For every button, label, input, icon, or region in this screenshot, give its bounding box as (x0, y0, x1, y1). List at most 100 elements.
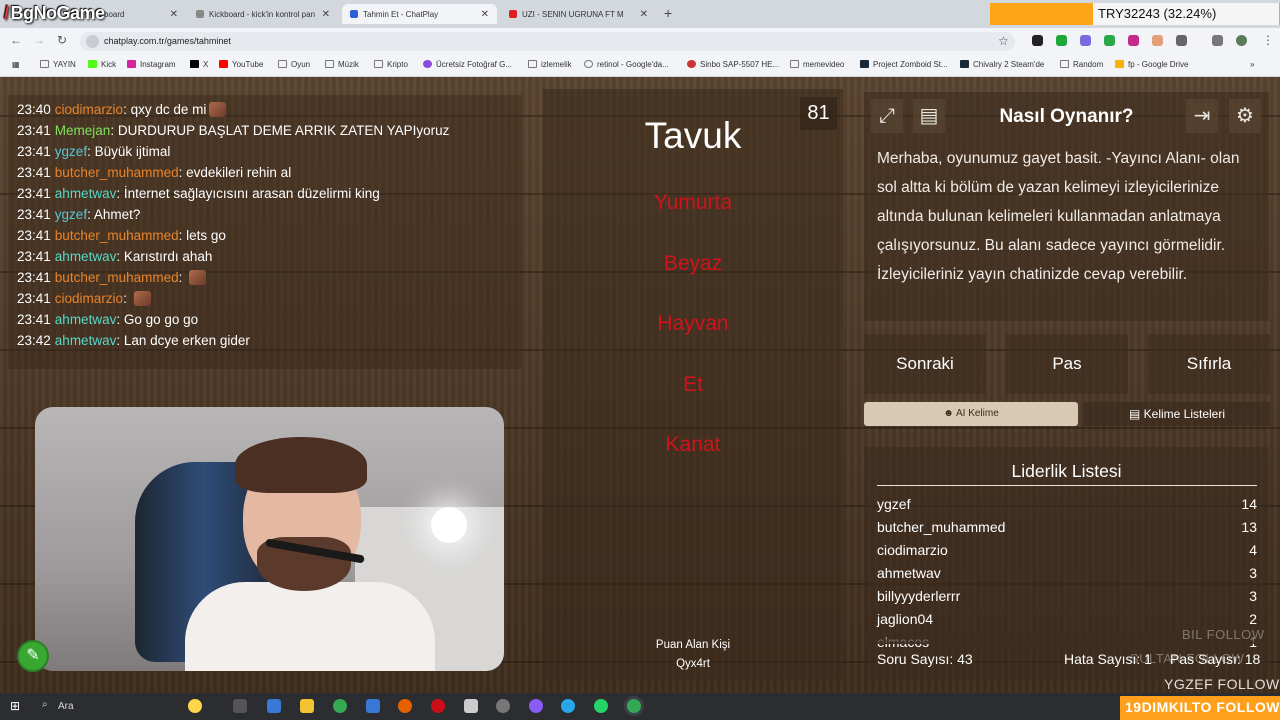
address-bar[interactable]: chatplay.com.tr/games/tahminet (80, 32, 1015, 51)
taskbar-search-label: Ara (58, 701, 74, 712)
ai-word-button[interactable]: ☻ AI Kelime (864, 402, 1078, 426)
extension-icon[interactable] (1128, 35, 1139, 46)
close-icon[interactable]: ✕ (481, 9, 489, 20)
chat-username[interactable]: ygzef (55, 207, 87, 222)
chrome-icon[interactable] (627, 699, 641, 713)
next-button[interactable]: Sonraki (864, 334, 986, 394)
how-to-play-title: Nasıl Oynanır? (999, 106, 1134, 127)
tab-tahmin-et[interactable]: Tahmin Et - ChatPlay ✕ (342, 4, 497, 24)
store-icon (687, 60, 696, 68)
extension-icon[interactable] (1104, 35, 1115, 46)
url-text: chatplay.com.tr/games/tahminet (104, 36, 231, 46)
chat-username[interactable]: butcher_muhammed (55, 228, 179, 243)
bookmark-label: Project Zomboid St... (873, 60, 948, 69)
chat-message: 23:41 ciodimarzio: (17, 291, 151, 306)
bookmark-star-icon[interactable]: ☆ (998, 34, 1009, 48)
bookmark-label: Ücretsiz Fotoğraf G... (436, 60, 513, 69)
bookmark-x[interactable]: X (190, 60, 208, 69)
telegram-icon[interactable] (561, 699, 575, 713)
task-view-icon[interactable] (233, 699, 247, 713)
chat-username[interactable]: ahmetwav (55, 186, 117, 201)
chat-username[interactable]: butcher_muhammed (55, 270, 179, 285)
chat-text: lets go (186, 228, 226, 243)
extensions-puzzle-icon[interactable] (1176, 35, 1187, 46)
extension-icon[interactable] (1080, 35, 1091, 46)
extension-icon[interactable] (1056, 35, 1067, 46)
bookmark-zomboid[interactable]: Project Zomboid St... (860, 60, 948, 69)
back-icon[interactable]: ← (10, 33, 22, 47)
pencil-icon[interactable]: ✎ (17, 640, 49, 672)
media-control-icon[interactable] (1212, 35, 1223, 46)
site-info-icon[interactable] (86, 35, 99, 48)
chrome-icon[interactable] (333, 699, 347, 713)
chat-username[interactable]: ahmetwav (55, 312, 117, 327)
tab-kickboard[interactable]: Kickboard - kick'in kontrol pan ✕ (188, 4, 338, 24)
tab-uzi[interactable]: UZI - SENIN UGRUNA FT M ✕ (501, 4, 656, 24)
leaderboard-divider (877, 485, 1257, 486)
chat-username[interactable]: ciodimarzio (55, 291, 123, 306)
bookmark-label: Kripto (387, 60, 408, 69)
bookmark-random[interactable]: Random (1060, 60, 1103, 69)
tab-label: board (104, 9, 125, 19)
chat-username[interactable]: Memejan (55, 123, 111, 138)
bookmark-izlemelik[interactable]: izlemelik (528, 60, 572, 69)
leaderboard-score: 14 (1241, 496, 1257, 512)
chat-message: 23:41 ahmetwav: İnternet sağlayıcısını ar… (17, 186, 380, 201)
chat-username[interactable]: butcher_muhammed (55, 165, 179, 180)
chat-username[interactable]: ciodimarzio (55, 102, 123, 117)
app-icon[interactable] (529, 699, 543, 713)
tab-label: Kickboard - kick'in kontrol pan (209, 9, 316, 19)
app-icon[interactable] (267, 699, 281, 713)
chat-text: Go go go go (123, 312, 199, 327)
bookmark-sinbo[interactable]: Sinbo SAP-5507 HE... (687, 60, 779, 69)
bookmark-kick[interactable]: Kick (88, 60, 116, 69)
opera-icon[interactable] (431, 699, 445, 713)
chat-separator: : (87, 144, 95, 159)
app-icon[interactable] (366, 699, 380, 713)
chat-username[interactable]: ygzef (55, 144, 87, 159)
tab-board[interactable]: board ✕ (96, 4, 186, 24)
bookmark-chivalry[interactable]: Chivalry 2 Steam'de (960, 60, 1044, 69)
file-explorer-icon[interactable] (300, 699, 314, 713)
menu-kebab-icon[interactable]: ⋮ (1262, 33, 1274, 47)
google-icon (584, 60, 593, 68)
forward-icon[interactable]: → (33, 33, 45, 47)
leaderboard-score: 3 (1249, 588, 1257, 604)
bookmark-yayin[interactable]: YAYIN (40, 60, 76, 69)
new-tab-icon[interactable]: + (664, 5, 672, 21)
reload-icon[interactable]: ↻ (57, 33, 67, 47)
bookmark-youtube[interactable]: YouTube (219, 60, 263, 69)
word-lists-button[interactable]: ▤ Kelime Listeleri (1084, 402, 1270, 426)
bookmark-foto[interactable]: Ücretsiz Fotoğraf G... (423, 60, 512, 69)
chat-username[interactable]: ahmetwav (55, 249, 117, 264)
firefox-icon[interactable] (398, 699, 412, 713)
close-icon[interactable]: ✕ (170, 9, 178, 20)
whatsapp-icon[interactable] (594, 699, 608, 713)
profile-avatar-icon[interactable] (1236, 35, 1247, 46)
bookmark-memevideo[interactable]: memevideo (790, 60, 844, 69)
bookmark-label: Random (1073, 60, 1104, 69)
app-icon[interactable] (464, 699, 478, 713)
reset-button[interactable]: Sıfırla (1148, 334, 1270, 394)
apps-grid-icon[interactable]: ▦ (12, 60, 20, 69)
extension-icon[interactable] (1032, 35, 1043, 46)
close-icon[interactable]: ✕ (640, 9, 648, 20)
widget-icon[interactable] (188, 699, 202, 713)
bookmark-oyun[interactable]: Oyun (278, 60, 310, 69)
chat-username[interactable]: ahmetwav (55, 333, 117, 348)
photo-icon (423, 60, 432, 68)
app-icon[interactable] (496, 699, 510, 713)
bookmark-muzik[interactable]: Müzik (325, 60, 359, 69)
more-bookmarks-icon[interactable]: » (1250, 60, 1254, 69)
bookmark-retinol[interactable]: retinol - Google'da... (584, 60, 669, 69)
bookmark-kripto[interactable]: Kripto (374, 60, 408, 69)
pass-button[interactable]: Pas (1006, 334, 1128, 394)
bookmark-drive[interactable]: fp - Google Drive (1115, 60, 1188, 69)
chat-separator: : (123, 291, 131, 306)
taskbar-search[interactable]: ⌕ Ara (36, 697, 182, 716)
windows-start-icon[interactable]: ⊞ (10, 699, 24, 713)
close-icon[interactable]: ✕ (322, 9, 330, 20)
bookmark-instagram[interactable]: Instagram (127, 60, 176, 69)
chat-time: 23:41 (17, 207, 51, 222)
extension-icon[interactable] (1152, 35, 1163, 46)
